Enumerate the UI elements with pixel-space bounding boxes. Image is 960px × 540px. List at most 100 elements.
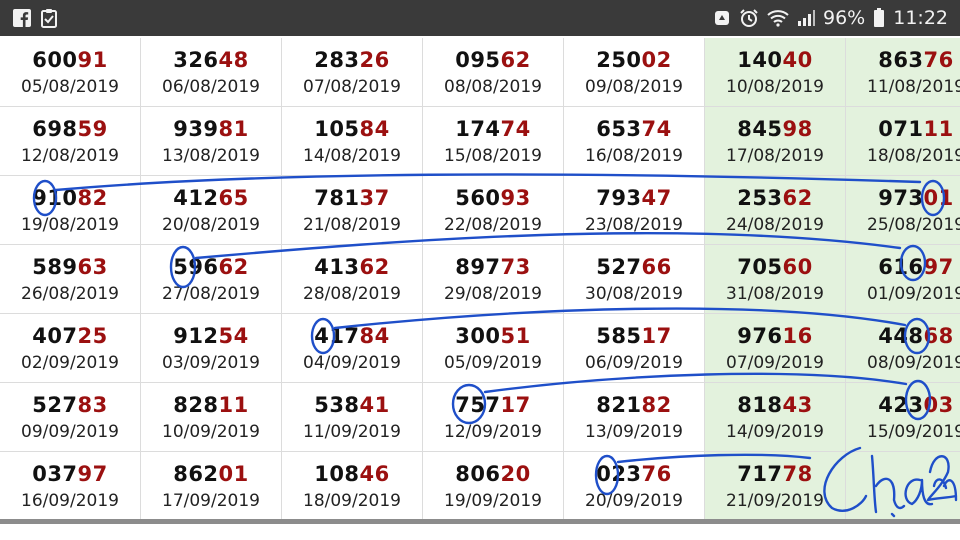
result-cell: 97301 25/08/2019: [846, 176, 960, 244]
result-number-tail-digits: 68: [923, 324, 954, 348]
result-cell: 52766 30/08/2019: [564, 245, 704, 313]
result-number-lead-digits: 912: [173, 324, 219, 348]
result-cell: 17474 15/08/2019: [423, 107, 563, 175]
result-number-tail-digits: 91: [77, 48, 108, 72]
result-number: 71778: [737, 461, 813, 487]
result-date: 11/08/2019: [867, 77, 960, 97]
result-number-lead-digits: 845: [737, 117, 783, 141]
result-date: 11/09/2019: [303, 422, 401, 442]
result-number-tail-digits: 73: [500, 255, 531, 279]
result-number-lead-digits: 589: [32, 255, 78, 279]
result-number-tail-digits: 54: [218, 324, 249, 348]
result-number-lead-digits: 407: [32, 324, 78, 348]
empty-cell: [846, 452, 960, 520]
result-number-tail-digits: 66: [641, 255, 672, 279]
result-number: 41265: [173, 185, 249, 211]
result-number-tail-digits: 62: [359, 255, 390, 279]
result-number-tail-digits: 81: [218, 117, 249, 141]
result-number-lead-digits: 600: [32, 48, 78, 72]
result-cell: 91254 03/09/2019: [141, 314, 281, 382]
result-number: 82811: [173, 392, 249, 418]
result-date: 10/08/2019: [726, 77, 824, 97]
result-number-tail-digits: 25: [77, 324, 108, 348]
result-cell: 81843 14/09/2019: [705, 383, 845, 451]
result-number: 86376: [878, 47, 954, 73]
result-date: 21/09/2019: [726, 491, 824, 511]
result-cell: 32648 06/08/2019: [141, 38, 281, 106]
result-number: 14040: [737, 47, 813, 73]
result-number-tail-digits: 97: [77, 462, 108, 486]
result-number-lead-digits: 596: [173, 255, 219, 279]
result-number: 41362: [314, 254, 390, 280]
result-number-tail-digits: 46: [359, 462, 390, 486]
result-cell: 28326 07/08/2019: [282, 38, 422, 106]
result-date: 29/08/2019: [444, 284, 542, 304]
result-number-tail-digits: 62: [218, 255, 249, 279]
result-number-lead-digits: 698: [32, 117, 78, 141]
result-number-tail-digits: 82: [641, 393, 672, 417]
result-cell: 80620 19/09/2019: [423, 452, 563, 520]
result-number: 70560: [737, 254, 813, 280]
result-number: 30051: [455, 323, 531, 349]
result-date: 03/09/2019: [162, 353, 260, 373]
result-number-tail-digits: 93: [500, 186, 531, 210]
result-number: 59662: [173, 254, 249, 280]
result-number-tail-digits: 83: [77, 393, 108, 417]
result-date: 14/09/2019: [726, 422, 824, 442]
result-cell: 89773 29/08/2019: [423, 245, 563, 313]
result-cell: 84598 17/08/2019: [705, 107, 845, 175]
result-number-lead-digits: 108: [314, 462, 360, 486]
result-cell: 25362 24/08/2019: [705, 176, 845, 244]
result-cell: 75717 12/09/2019: [423, 383, 563, 451]
result-number: 81843: [737, 392, 813, 418]
result-number-tail-digits: 11: [923, 117, 954, 141]
result-number-lead-digits: 527: [596, 255, 642, 279]
result-number-lead-digits: 417: [314, 324, 360, 348]
result-number-lead-digits: 781: [314, 186, 360, 210]
result-date: 22/08/2019: [444, 215, 542, 235]
result-number-lead-digits: 821: [596, 393, 642, 417]
result-number: 17474: [455, 116, 531, 142]
result-date: 12/09/2019: [444, 422, 542, 442]
result-number-lead-digits: 023: [596, 462, 642, 486]
result-number-tail-digits: 97: [923, 255, 954, 279]
result-date: 13/09/2019: [585, 422, 683, 442]
result-number: 32648: [173, 47, 249, 73]
result-number: 52783: [32, 392, 108, 418]
result-cell: 09562 08/08/2019: [423, 38, 563, 106]
result-number-lead-digits: 653: [596, 117, 642, 141]
result-cell: 65374 16/08/2019: [564, 107, 704, 175]
result-number-tail-digits: 16: [782, 324, 813, 348]
result-date: 06/09/2019: [585, 353, 683, 373]
result-number-tail-digits: 03: [923, 393, 954, 417]
result-cell: 44868 08/09/2019: [846, 314, 960, 382]
result-number: 79347: [596, 185, 672, 211]
result-number-lead-digits: 560: [455, 186, 501, 210]
result-date: 07/09/2019: [726, 353, 824, 373]
result-cell: 82811 10/09/2019: [141, 383, 281, 451]
result-cell: 41784 04/09/2019: [282, 314, 422, 382]
result-cell: 78137 21/08/2019: [282, 176, 422, 244]
result-number: 58517: [596, 323, 672, 349]
result-date: 19/09/2019: [444, 491, 542, 511]
result-number-lead-digits: 973: [878, 186, 924, 210]
result-date: 15/09/2019: [867, 422, 960, 442]
result-cell: 52783 09/09/2019: [0, 383, 140, 451]
result-date: 08/09/2019: [867, 353, 960, 373]
result-number: 61697: [878, 254, 954, 280]
result-number-lead-digits: 250: [596, 48, 642, 72]
result-number-tail-digits: 65: [218, 186, 249, 210]
result-date: 31/08/2019: [726, 284, 824, 304]
result-number-lead-digits: 095: [455, 48, 501, 72]
result-number: 10846: [314, 461, 390, 487]
result-number-lead-digits: 705: [737, 255, 783, 279]
result-number-tail-digits: 82: [77, 186, 108, 210]
result-number: 52766: [596, 254, 672, 280]
results-grid: 60091 05/08/2019 32648 06/08/2019 28326 07/08…: [0, 38, 960, 522]
result-number: 41784: [314, 323, 390, 349]
result-number-tail-digits: 20: [500, 462, 531, 486]
result-number-tail-digits: 62: [782, 186, 813, 210]
result-date: 18/08/2019: [867, 146, 960, 166]
result-number-tail-digits: 43: [782, 393, 813, 417]
result-date: 21/08/2019: [303, 215, 401, 235]
